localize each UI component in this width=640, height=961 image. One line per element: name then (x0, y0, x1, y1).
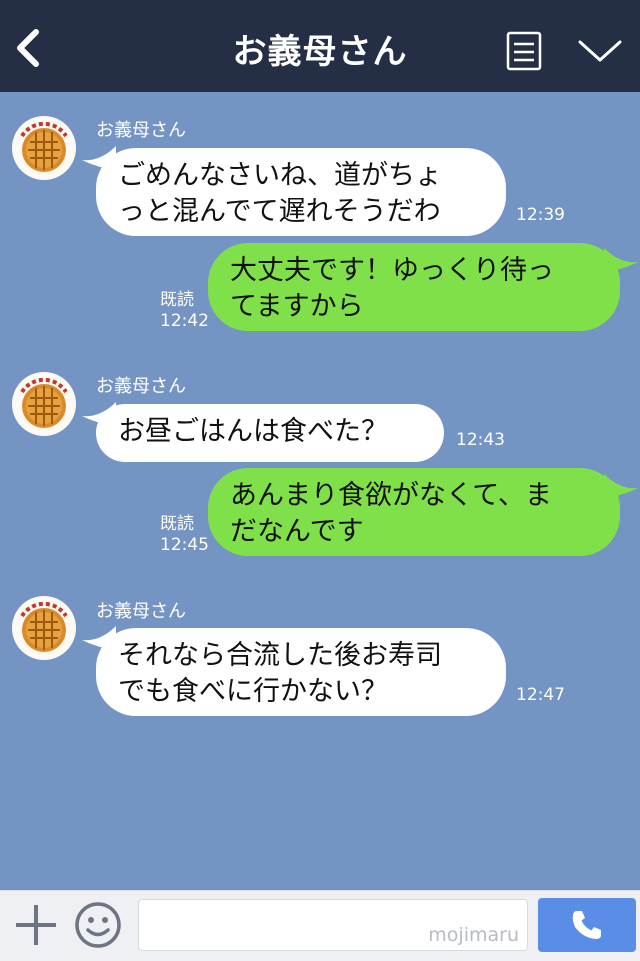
message-time: 12:42 (160, 311, 209, 331)
plus-icon (16, 905, 56, 945)
message-time: 12:43 (456, 430, 505, 450)
outgoing-message-bubble[interactable]: あんまり食欲がなくて、ま だなんです (208, 468, 620, 556)
chat-header: お義母さん (0, 0, 640, 92)
sender-name: お義母さん (96, 601, 186, 622)
add-button[interactable] (14, 903, 58, 947)
phone-icon (572, 911, 601, 939)
incoming-message-bubble[interactable]: それなら合流した後お寿司 でも食べに行かない？ (96, 628, 506, 716)
outgoing-message-bubble[interactable]: 大丈夫です！ゆっくり待っ てますから (208, 243, 620, 331)
pie-avatar-icon (13, 117, 75, 179)
avatar[interactable] (12, 596, 76, 660)
message-time: 12:45 (160, 535, 209, 555)
incoming-message-bubble[interactable]: お昼ごはんは食べた？ (96, 404, 444, 462)
pie-avatar-icon (13, 597, 75, 659)
pie-avatar-icon (13, 373, 75, 435)
notes-menu-button[interactable] (506, 31, 542, 71)
chat-title: お義母さん (232, 32, 408, 72)
message-time: 12:47 (516, 685, 565, 705)
sender-name: お義母さん (96, 376, 186, 397)
chevron-down-icon (578, 40, 622, 62)
smiley-icon (75, 902, 121, 948)
emoji-button[interactable] (74, 901, 122, 949)
avatar[interactable] (12, 372, 76, 436)
read-receipt: 既読 (160, 290, 194, 310)
sender-name: お義母さん (96, 120, 186, 141)
watermark-text: mojimaru (428, 924, 519, 946)
call-button[interactable] (538, 898, 636, 952)
avatar[interactable] (12, 116, 76, 180)
message-time: 12:39 (516, 205, 565, 225)
dropdown-button[interactable] (576, 36, 624, 66)
incoming-message-bubble[interactable]: ごめんなさいね、道がちょ っと混んでて遅れそうだわ (96, 148, 506, 236)
read-receipt: 既読 (160, 514, 194, 534)
message-input[interactable]: mojimaru (138, 899, 528, 951)
notes-icon (506, 31, 542, 71)
message-input-bar: mojimaru (0, 890, 640, 961)
